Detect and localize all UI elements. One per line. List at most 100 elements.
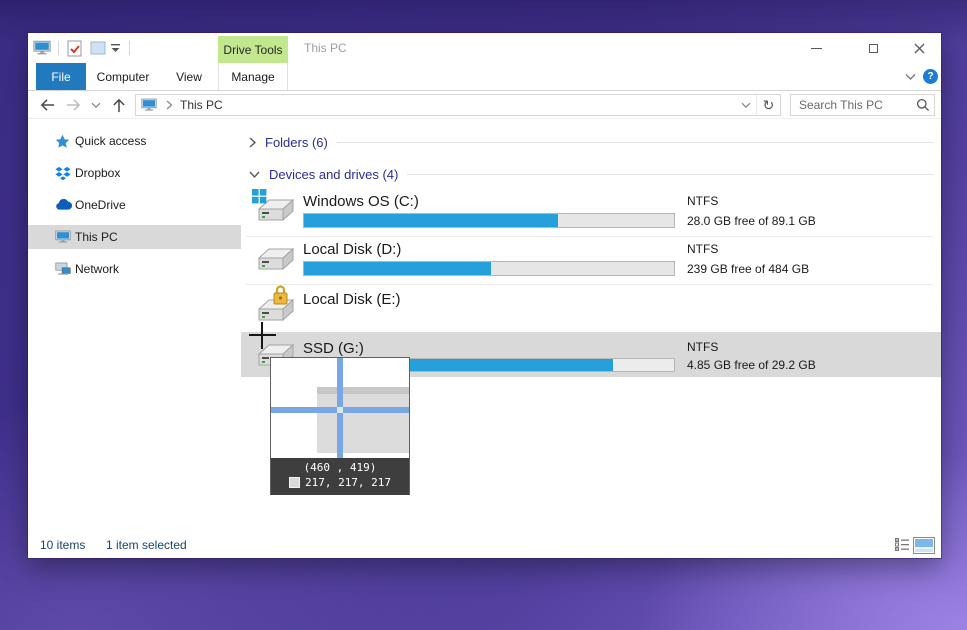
tab-file[interactable]: File — [36, 63, 86, 90]
drive-free-space: 28.0 GB free of 89.1 GB — [687, 214, 816, 228]
magnifier-center-pixel — [337, 407, 343, 413]
minimize-icon — [811, 48, 822, 49]
group-divider-line — [407, 174, 933, 175]
close-button[interactable] — [902, 33, 936, 63]
details-view-button[interactable] — [894, 537, 910, 552]
refresh-button[interactable]: ↻ — [756, 95, 780, 115]
rgb-value: 217, 217, 217 — [305, 476, 391, 489]
thumbnail-view-button[interactable] — [913, 537, 935, 554]
group-header-devices[interactable]: Devices and drives (4) — [241, 166, 933, 183]
up-arrow-icon — [111, 97, 127, 114]
chevron-right-icon — [248, 136, 257, 149]
magnified-row-edge — [317, 387, 409, 394]
maximize-icon — [869, 44, 878, 53]
drive-free-space: 239 GB free of 484 GB — [687, 262, 809, 276]
properties-icon[interactable] — [64, 39, 84, 57]
forward-arrow-icon — [65, 97, 82, 113]
search-input[interactable] — [791, 98, 912, 112]
drive-item-c[interactable]: Windows OS (C:) NTFS 28.0 GB free of 89.… — [241, 186, 941, 236]
sidebar-item-quick-access[interactable]: Quick access — [28, 129, 241, 153]
hard-drive-icon — [256, 196, 296, 229]
new-folder-icon[interactable] — [88, 39, 108, 57]
star-icon — [55, 134, 70, 149]
lock-icon — [272, 284, 289, 306]
address-bar[interactable]: This PC ↻ — [135, 94, 781, 116]
qat-customize-icon[interactable] — [108, 39, 122, 57]
capacity-bar-fill — [304, 214, 558, 227]
details-view-icon — [895, 538, 910, 551]
up-button[interactable] — [108, 94, 130, 116]
group-header-folders[interactable]: Folders (6) — [241, 134, 933, 151]
main-area: Quick access Dropbox — [28, 119, 941, 532]
ribbon-expand-button[interactable] — [904, 70, 918, 84]
breadcrumb-chevron-icon — [165, 100, 173, 110]
cloud-icon — [55, 199, 72, 211]
windows-logo-icon — [252, 189, 267, 204]
help-button[interactable]: ? — [923, 69, 938, 84]
chevron-down-icon — [741, 100, 751, 110]
tab-computer[interactable]: Computer — [95, 63, 151, 90]
drive-filesystem: NTFS — [687, 194, 718, 208]
chevron-down-icon — [248, 170, 261, 179]
drive-filesystem: NTFS — [687, 242, 718, 256]
thumbnail-view-icon — [915, 539, 933, 552]
maximize-button[interactable] — [856, 33, 890, 63]
row-separator — [246, 284, 933, 285]
status-bar: 10 items 1 item selected — [28, 532, 941, 558]
dropbox-icon — [55, 166, 71, 181]
monitor-icon — [55, 230, 71, 244]
capacity-bar — [303, 213, 675, 228]
row-separator — [246, 236, 933, 237]
back-arrow-icon — [39, 97, 56, 113]
file-explorer-window: Drive Tools This PC File Computer — [28, 33, 941, 558]
drive-filesystem: NTFS — [687, 340, 718, 354]
refresh-icon: ↻ — [763, 97, 775, 114]
color-picker-magnifier: (460 , 419) 217, 217, 217 — [270, 357, 410, 495]
sidebar-item-dropbox[interactable]: Dropbox — [28, 161, 241, 185]
network-icon — [55, 262, 71, 276]
ribbon-tab-row: File Computer View Manage ? — [28, 63, 941, 91]
crosshair-cursor — [261, 322, 263, 349]
selection-count: 1 item selected — [106, 532, 187, 558]
forward-button[interactable] — [62, 94, 84, 116]
tab-manage[interactable]: Manage — [218, 63, 288, 90]
help-icon: ? — [927, 71, 933, 82]
magnifier-viewport — [271, 358, 409, 458]
color-swatch — [289, 477, 300, 488]
chevron-down-icon — [904, 70, 917, 83]
recent-locations-button[interactable] — [88, 94, 104, 116]
capacity-bar-fill — [304, 262, 491, 275]
qat-separator — [129, 41, 130, 55]
search-box[interactable] — [790, 94, 935, 116]
sidebar-item-onedrive[interactable]: OneDrive — [28, 193, 241, 217]
drive-free-space: 4.85 GB free of 29.2 GB — [687, 358, 816, 372]
drive-item-e[interactable]: Local Disk (E:) — [241, 286, 941, 332]
qat-separator — [58, 41, 59, 55]
drive-item-d[interactable]: Local Disk (D:) NTFS 239 GB free of 484 … — [241, 238, 941, 284]
magnifier-readout: (460 , 419) 217, 217, 217 — [271, 458, 409, 495]
sidebar-item-this-pc[interactable]: This PC — [28, 225, 241, 249]
this-pc-icon — [141, 98, 157, 112]
search-icon[interactable] — [912, 98, 934, 112]
minimize-button[interactable] — [799, 33, 833, 63]
window-title: This PC — [304, 33, 347, 63]
navigation-toolbar: This PC ↻ — [28, 91, 941, 119]
navigation-pane: Quick access Dropbox — [28, 119, 241, 532]
this-pc-icon[interactable] — [32, 39, 52, 57]
sidebar-item-network[interactable]: Network — [28, 257, 241, 281]
tab-view[interactable]: View — [169, 63, 209, 90]
desktop-background: Drive Tools This PC File Computer — [0, 0, 967, 630]
breadcrumb-segment[interactable]: This PC — [180, 98, 223, 112]
item-count: 10 items — [40, 532, 85, 558]
magnified-selection-region — [317, 387, 409, 453]
address-dropdown-button[interactable] — [736, 95, 756, 115]
capacity-bar — [303, 261, 675, 276]
chevron-down-icon — [91, 100, 101, 110]
close-icon — [914, 43, 925, 54]
hard-drive-icon — [256, 245, 296, 278]
drive-tools-label: Drive Tools — [223, 43, 282, 57]
title-bar[interactable]: Drive Tools This PC — [28, 33, 941, 63]
drive-tools-contextual-tab[interactable]: Drive Tools — [218, 36, 288, 63]
back-button[interactable] — [36, 94, 58, 116]
group-divider-line — [337, 142, 933, 143]
